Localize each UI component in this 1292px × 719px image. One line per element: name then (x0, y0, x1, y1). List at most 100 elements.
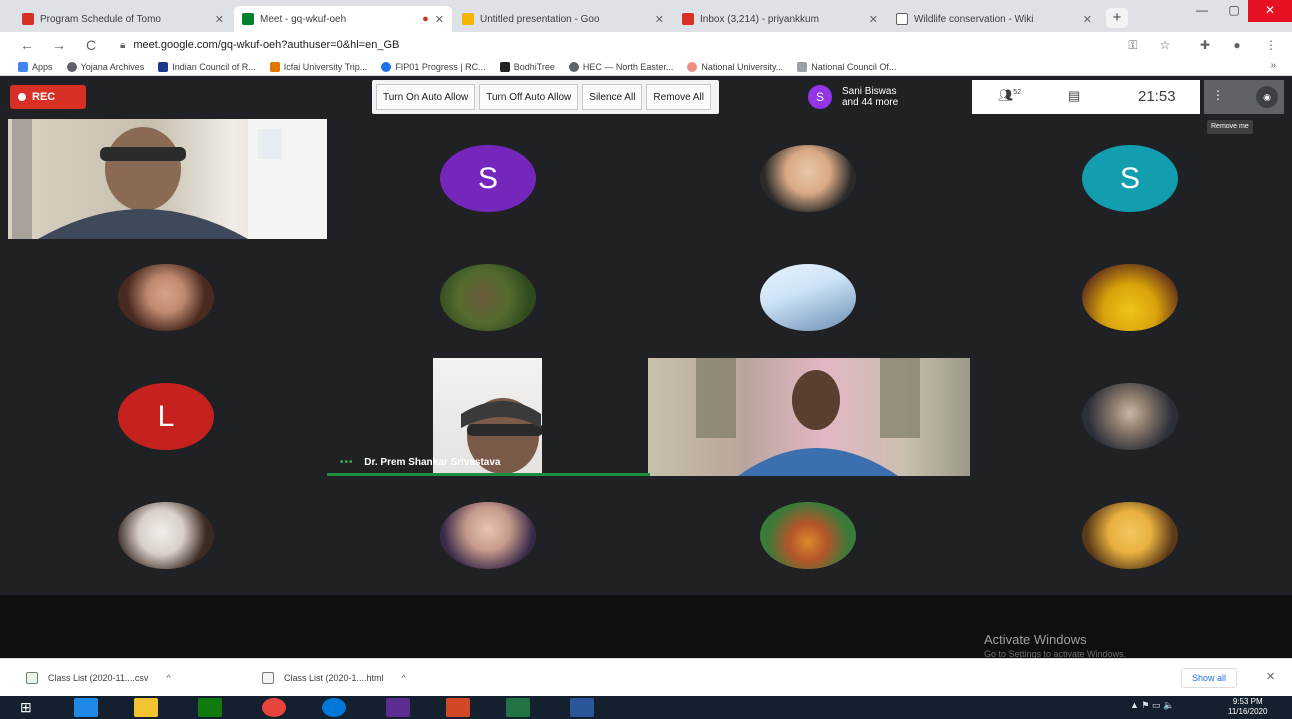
participant-avatar-photo-5[interactable] (118, 264, 214, 331)
participant-avatar-s-teal[interactable]: S (1082, 145, 1178, 212)
participant-video-tile-3[interactable] (648, 358, 970, 476)
system-tray-icons[interactable]: ▲ ⚑ ▭ 🔈 (1130, 700, 1174, 711)
bookmark-icsr[interactable]: Indian Council of R... (158, 61, 256, 72)
more-options-icon[interactable]: ⋮ (1210, 88, 1226, 104)
excel-icon[interactable] (506, 698, 530, 717)
bookmark-favicon-icon (687, 61, 698, 72)
windows-taskbar: ⊞ ▲ ⚑ ▭ 🔈 9:53 PM 11/16/2020 (0, 696, 1292, 719)
bookmark-favicon-icon (158, 61, 169, 72)
bookmark-apps[interactable]: Apps (18, 61, 53, 72)
participant-avatar-photo-8[interactable] (1082, 264, 1178, 331)
globe-icon (66, 61, 77, 72)
participant-avatar-l-red[interactable]: L (118, 383, 214, 450)
bookmark-fip01[interactable]: FIP01 Progress | RC... (381, 61, 486, 72)
tab-close-icon[interactable]: ✕ (435, 13, 444, 26)
back-button[interactable]: ← (18, 36, 36, 54)
media-app-icon[interactable] (322, 698, 346, 717)
profile-icon[interactable]: ● (1228, 36, 1246, 54)
bookmarks-overflow-button[interactable]: » (1270, 60, 1276, 71)
participant-avatar-photo-13[interactable] (118, 502, 214, 569)
bookmark-icfai[interactable]: Icfai University Trip... (269, 61, 367, 72)
browser-menu-icon[interactable]: ⋮ (1262, 36, 1280, 54)
new-tab-button[interactable]: + (1106, 8, 1128, 28)
powerpoint-icon[interactable] (446, 698, 470, 717)
silence-all-button[interactable]: Silence All (582, 84, 643, 110)
remove-all-button[interactable]: Remove All (646, 84, 711, 110)
close-download-shelf-icon[interactable]: ✕ (1266, 670, 1275, 683)
bookmark-favicon-icon (797, 61, 808, 72)
bookmark-favicon-icon (269, 61, 280, 72)
participant-count: 52 (1013, 89, 1022, 96)
bookmark-national-council[interactable]: National Council Of... (797, 61, 896, 72)
recording-dot-icon: ● (422, 13, 429, 25)
gmail-favicon-icon (682, 13, 694, 25)
close-window-button[interactable]: ✕ (1248, 0, 1292, 22)
participant-avatar-photo-6[interactable] (440, 264, 536, 331)
turn-on-auto-allow-button[interactable]: Turn On Auto Allow (376, 84, 476, 110)
key-icon[interactable]: ⚿ (1124, 36, 1142, 54)
rec-button[interactable]: REC (10, 85, 86, 109)
bookmark-star-icon[interactable]: ☆ (1156, 36, 1174, 54)
tab-inbox[interactable]: Inbox (3,214) - priyankkum ✕ (674, 6, 886, 32)
bookmark-bodhitree[interactable]: BodhiTree (499, 61, 555, 72)
tab-meet[interactable]: Meet - gq-wkuf-oeh ● ✕ (234, 6, 452, 32)
bookmark-national-university[interactable]: National University... (687, 61, 783, 72)
show-all-downloads-button[interactable]: Show all (1181, 668, 1238, 688)
extensions-icon[interactable]: ✚ (1196, 36, 1214, 54)
remove-me-tooltip: Remove me (1207, 120, 1253, 134)
self-view-tile[interactable]: ⋮ ◉ (1204, 80, 1284, 114)
taskbar-clock[interactable]: 9:53 PM 11/16/2020 (1228, 697, 1267, 717)
download-item-html[interactable]: Class List (2020-1....html ^ (262, 669, 406, 687)
presenter-chip[interactable]: S Sani Biswas and 44 more (800, 80, 970, 114)
maximize-button[interactable]: ▢ (1218, 0, 1250, 22)
chat-icon[interactable]: ▤ (1068, 88, 1080, 104)
bookmark-yojana[interactable]: Yojana Archives (66, 61, 144, 72)
people-icon: 👥︎ (998, 88, 1014, 102)
gmail-favicon-icon (22, 13, 34, 25)
address-bar[interactable]: 🔒︎ meet.google.com/gq-wkuf-oeh?authuser=… (120, 35, 1100, 55)
tab-close-icon[interactable]: ✕ (655, 13, 664, 26)
tab-wikipedia[interactable]: Wildlife conservation - Wiki ✕ (888, 6, 1100, 32)
app-icon-6[interactable] (386, 698, 410, 717)
meet-favicon-icon (242, 13, 254, 25)
participants-button[interactable]: 👥︎52 (998, 88, 1021, 102)
participant-avatar-photo-16[interactable] (1082, 502, 1178, 569)
participant-avatar-photo-7[interactable] (760, 264, 856, 331)
slides-favicon-icon (462, 13, 474, 25)
bookmark-hec[interactable]: HEC — North Easter... (568, 61, 673, 72)
tab-close-icon[interactable]: ✕ (869, 13, 878, 26)
meet-stage: REC Turn On Auto Allow Turn Off Auto All… (0, 77, 1292, 659)
globe-icon (568, 61, 579, 72)
bookmark-favicon-icon (381, 61, 392, 72)
browser-tab-strip: Program Schedule of Tomo ✕ Meet - gq-wku… (0, 0, 1292, 32)
participant-video-tile-1[interactable] (8, 119, 327, 239)
chrome-icon[interactable] (262, 698, 286, 717)
wikipedia-favicon-icon (896, 13, 908, 25)
chevron-up-icon[interactable]: ^ (402, 673, 406, 683)
windows-start-icon[interactable]: ⊞ (20, 699, 32, 716)
reload-button[interactable]: C (82, 36, 100, 54)
file-explorer-icon[interactable] (134, 698, 158, 717)
chevron-up-icon[interactable]: ^ (166, 673, 170, 683)
lock-icon[interactable]: 🔒︎ (120, 40, 125, 51)
download-item-csv[interactable]: Class List (2020-11....csv ^ (26, 669, 171, 687)
forward-button[interactable]: → (50, 36, 68, 54)
edge-browser-icon[interactable] (74, 698, 98, 717)
tab-program-schedule[interactable]: Program Schedule of Tomo ✕ (14, 6, 232, 32)
download-shelf: Class List (2020-11....csv ^ Class List … (0, 658, 1292, 696)
tab-close-icon[interactable]: ✕ (215, 13, 224, 26)
active-speaker-label: ••• Dr. Prem Shankar Srivastava (340, 457, 501, 468)
apps-grid-icon (18, 61, 28, 72)
store-app-icon[interactable] (198, 698, 222, 717)
participant-avatar-photo-12[interactable] (1082, 383, 1178, 450)
turn-off-auto-allow-button[interactable]: Turn Off Auto Allow (479, 84, 579, 110)
word-icon[interactable] (570, 698, 594, 717)
tab-close-icon[interactable]: ✕ (1083, 13, 1092, 26)
tab-presentation[interactable]: Untitled presentation - Goo ✕ (454, 6, 672, 32)
participant-avatar-s-purple[interactable]: S (440, 145, 536, 212)
participant-avatar-photo-3[interactable] (760, 145, 856, 212)
record-dot-icon (18, 93, 26, 101)
participant-avatar-photo-14[interactable] (440, 502, 536, 569)
minimize-button[interactable]: — (1186, 0, 1218, 22)
participant-avatar-photo-15[interactable] (760, 502, 856, 569)
